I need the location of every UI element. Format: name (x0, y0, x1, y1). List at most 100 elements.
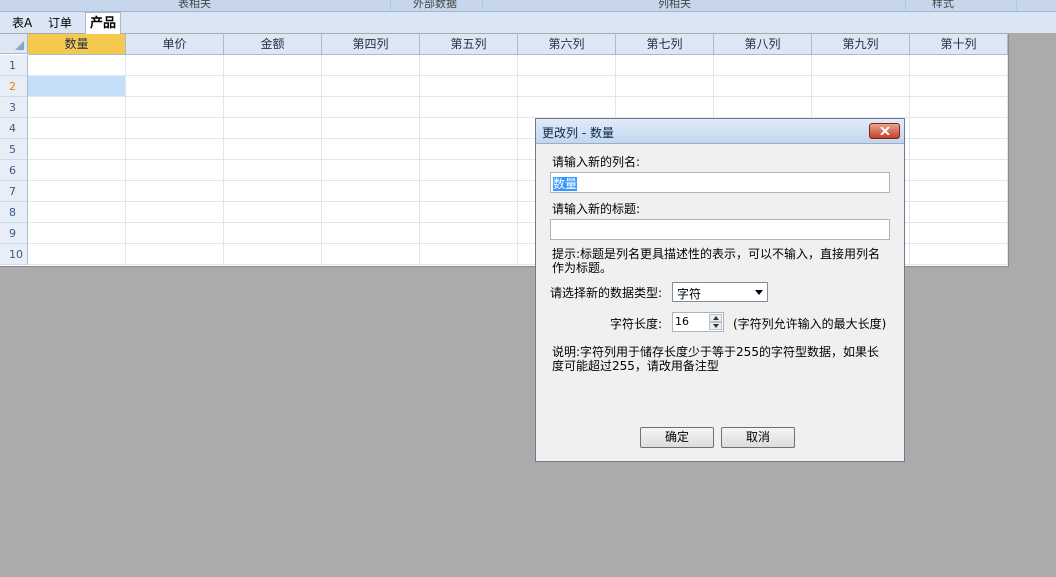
grid-cell[interactable] (616, 76, 714, 97)
select-all-corner[interactable] (0, 34, 28, 54)
row-header[interactable]: 10 (0, 244, 28, 265)
grid-cell[interactable] (910, 160, 1008, 181)
tab-table-a[interactable]: 表A (8, 14, 36, 33)
column-header[interactable]: 第十列 (910, 34, 1008, 55)
grid-cell[interactable] (420, 244, 518, 265)
tab-orders[interactable]: 订单 (44, 14, 76, 33)
grid-cell[interactable] (910, 181, 1008, 202)
grid-cell[interactable] (714, 97, 812, 118)
column-header[interactable]: 单价 (126, 34, 224, 55)
row-header[interactable]: 2 (0, 76, 28, 97)
column-header[interactable]: 第七列 (616, 34, 714, 55)
grid-cell[interactable] (322, 118, 420, 139)
grid-cell[interactable] (420, 139, 518, 160)
grid-cell[interactable] (910, 55, 1008, 76)
column-header[interactable]: 第九列 (812, 34, 910, 55)
grid-cell[interactable] (322, 160, 420, 181)
grid-cell[interactable] (126, 97, 224, 118)
row-header[interactable]: 8 (0, 202, 28, 223)
grid-cell[interactable] (910, 244, 1008, 265)
row-header[interactable]: 3 (0, 97, 28, 118)
grid-cell[interactable] (714, 55, 812, 76)
grid-cell[interactable] (420, 181, 518, 202)
grid-cell[interactable] (420, 76, 518, 97)
grid-cell[interactable] (126, 139, 224, 160)
grid-cell[interactable] (224, 202, 322, 223)
stepper-down-button[interactable] (709, 322, 722, 330)
grid-cell[interactable] (224, 223, 322, 244)
grid-cell[interactable] (322, 76, 420, 97)
grid-cell[interactable] (224, 181, 322, 202)
grid-cell[interactable] (910, 97, 1008, 118)
grid-cell[interactable] (28, 202, 126, 223)
grid-cell[interactable] (224, 244, 322, 265)
grid-cell[interactable] (224, 118, 322, 139)
grid-cell[interactable] (28, 97, 126, 118)
grid-cell[interactable] (910, 223, 1008, 244)
grid-cell[interactable] (28, 139, 126, 160)
grid-cell[interactable] (126, 118, 224, 139)
grid-cell[interactable] (126, 223, 224, 244)
column-header[interactable]: 金额 (224, 34, 322, 55)
caption-input[interactable] (550, 219, 890, 240)
row-header[interactable]: 6 (0, 160, 28, 181)
row-header[interactable]: 1 (0, 55, 28, 76)
grid-cell[interactable] (518, 55, 616, 76)
row-header[interactable]: 7 (0, 181, 28, 202)
grid-cell[interactable] (812, 55, 910, 76)
grid-cell[interactable] (322, 244, 420, 265)
grid-cell[interactable] (322, 55, 420, 76)
grid-cell[interactable] (126, 160, 224, 181)
grid-cell[interactable] (28, 76, 126, 97)
grid-cell[interactable] (322, 181, 420, 202)
grid-cell[interactable] (126, 181, 224, 202)
grid-cell[interactable] (420, 160, 518, 181)
grid-cell[interactable] (126, 76, 224, 97)
column-header[interactable]: 第六列 (518, 34, 616, 55)
tab-products[interactable]: 产品 (85, 12, 122, 34)
row-header[interactable]: 9 (0, 223, 28, 244)
dialog-titlebar[interactable]: 更改列 - 数量 (536, 119, 904, 144)
grid-cell[interactable] (322, 97, 420, 118)
grid-cell[interactable] (28, 244, 126, 265)
grid-cell[interactable] (518, 76, 616, 97)
row-header[interactable]: 4 (0, 118, 28, 139)
grid-cell[interactable] (910, 202, 1008, 223)
grid-cell[interactable] (714, 76, 812, 97)
grid-cell[interactable] (322, 223, 420, 244)
grid-cell[interactable] (224, 55, 322, 76)
grid-cell[interactable] (126, 55, 224, 76)
column-header[interactable]: 第四列 (322, 34, 420, 55)
grid-cell[interactable] (322, 202, 420, 223)
grid-cell[interactable] (224, 160, 322, 181)
grid-cell[interactable] (420, 202, 518, 223)
length-stepper[interactable]: 16 (672, 312, 724, 332)
row-header[interactable]: 5 (0, 139, 28, 160)
grid-cell[interactable] (28, 160, 126, 181)
grid-cell[interactable] (28, 181, 126, 202)
grid-cell[interactable] (616, 55, 714, 76)
grid-cell[interactable] (518, 97, 616, 118)
cancel-button[interactable]: 取消 (721, 427, 795, 448)
grid-cell[interactable] (420, 223, 518, 244)
grid-cell[interactable] (28, 55, 126, 76)
grid-cell[interactable] (420, 97, 518, 118)
grid-cell[interactable] (420, 118, 518, 139)
grid-cell[interactable] (910, 118, 1008, 139)
close-button[interactable] (869, 123, 900, 139)
grid-cell[interactable] (910, 139, 1008, 160)
grid-cell[interactable] (126, 202, 224, 223)
grid-cell[interactable] (812, 76, 910, 97)
grid-cell[interactable] (224, 139, 322, 160)
grid-cell[interactable] (616, 97, 714, 118)
grid-cell[interactable] (126, 244, 224, 265)
stepper-up-button[interactable] (709, 314, 722, 322)
grid-cell[interactable] (28, 118, 126, 139)
grid-cell[interactable] (812, 97, 910, 118)
grid-cell[interactable] (28, 223, 126, 244)
grid-cell[interactable] (224, 97, 322, 118)
ok-button[interactable]: 确定 (640, 427, 714, 448)
column-header[interactable]: 第五列 (420, 34, 518, 55)
grid-cell[interactable] (910, 76, 1008, 97)
data-type-select[interactable]: 字符 (672, 282, 768, 302)
